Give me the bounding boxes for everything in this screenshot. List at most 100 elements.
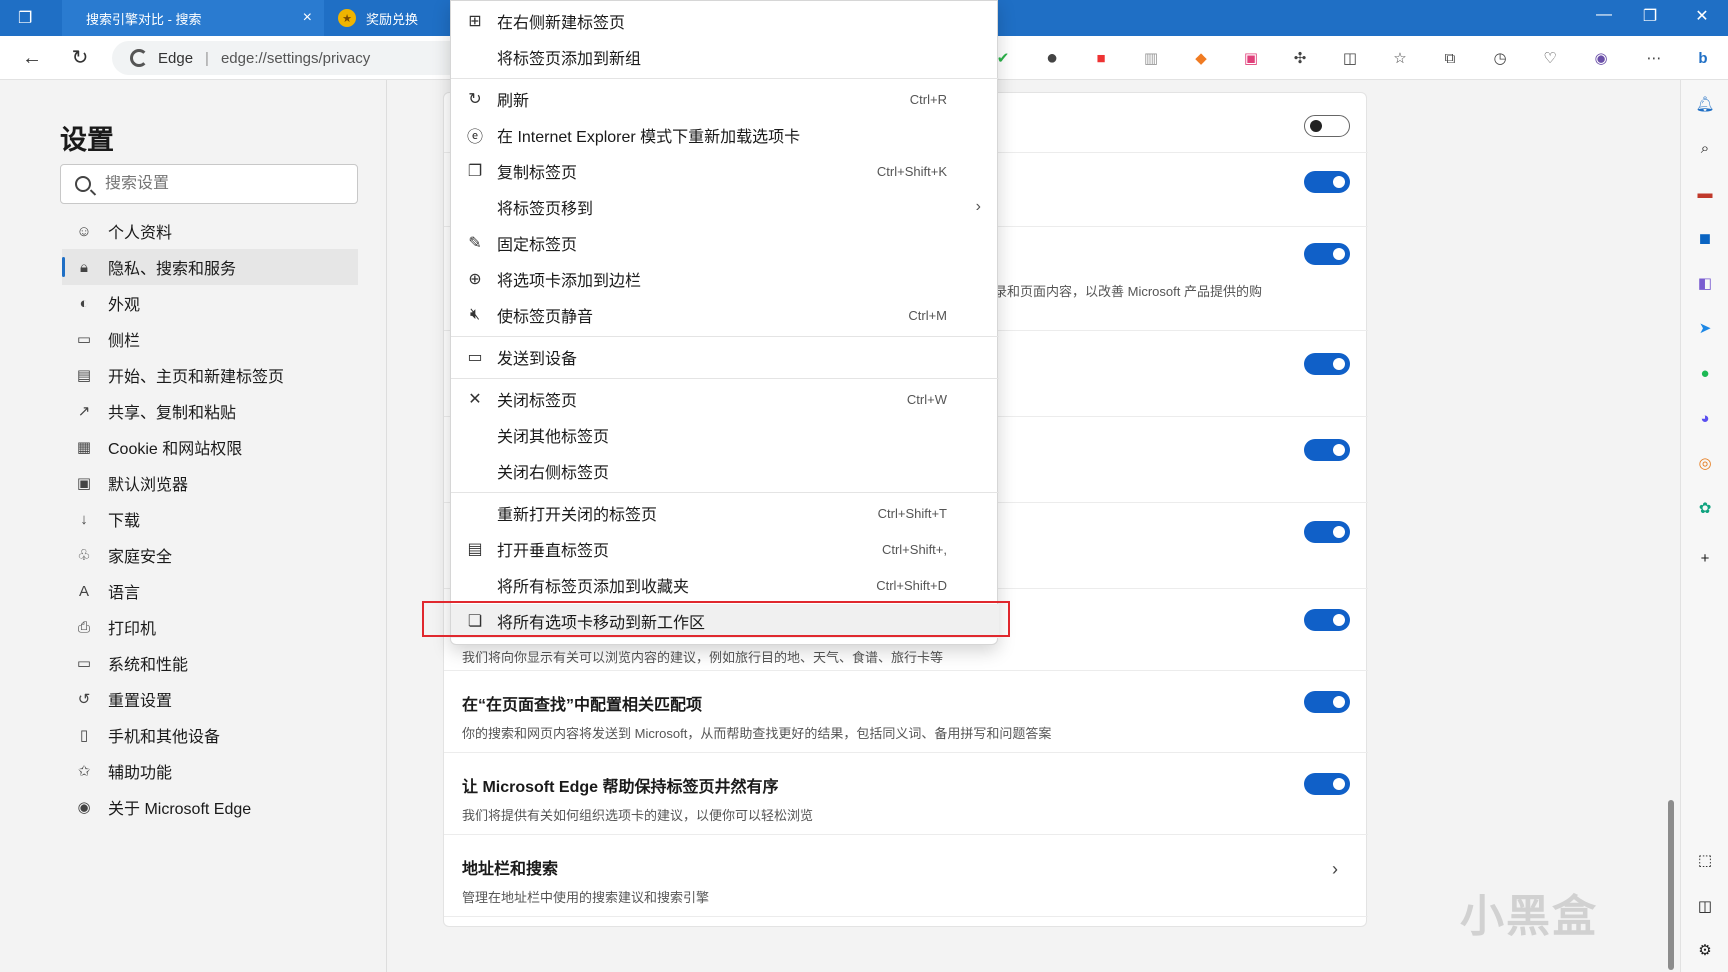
sidebar-item-1[interactable]: 🔒︎ 隐私、搜索和服务 [62, 249, 358, 285]
pin-icon: ✎ [468, 235, 482, 252]
menu-item[interactable]: 将标签页移到 › [451, 190, 999, 224]
add-icon[interactable]: + [1695, 548, 1715, 568]
back-icon[interactable]: ← [18, 44, 46, 72]
more-icon[interactable]: ⋯ [1643, 47, 1665, 69]
setting-toggle[interactable] [1304, 171, 1350, 193]
tab-close-icon[interactable]: × [303, 9, 312, 27]
extensions-icon[interactable]: ✣ [1289, 47, 1311, 69]
search-input[interactable] [105, 175, 325, 193]
sidebar-item-4[interactable]: ▤ 开始、主页和新建标签页 [62, 357, 358, 393]
menu-item[interactable]: ✎ 固定标签页 [451, 226, 999, 260]
sidebar-item-5[interactable]: ↗ 共享、复制和粘贴 [62, 393, 358, 429]
sidebar-item-16[interactable]: ◉ 关于 Microsoft Edge [62, 789, 358, 825]
spotify-icon[interactable]: ● [1695, 363, 1715, 383]
chevron-right-icon[interactable]: › [1332, 859, 1338, 880]
sidebar-item-13[interactable]: ↺ 重置设置 [62, 681, 358, 717]
setting-toggle[interactable] [1304, 439, 1350, 461]
sidebar-item-11[interactable]: ⎙ 打印机 [62, 609, 358, 645]
address-bar[interactable]: Edge | edge://settings/privacy [112, 41, 472, 75]
gear-icon[interactable]: ⚙ [1695, 940, 1715, 960]
sidebar-item-10[interactable]: A 语言 [62, 573, 358, 609]
system-icon: ▭ [76, 655, 92, 672]
sidebar-item-9[interactable]: ♧ 家庭安全 [62, 537, 358, 573]
copilot-icon[interactable]: b [1692, 47, 1714, 69]
menu-item[interactable]: 将所有标签页添加到收藏夹 Ctrl+Shift+D [451, 568, 999, 602]
menu-item-label: 将标签页添加到新组 [497, 51, 642, 68]
performance-icon[interactable]: ♡ [1539, 47, 1561, 69]
sidebar-item-label: 打印机 [108, 621, 157, 638]
setting-toggle[interactable] [1304, 691, 1350, 713]
setting-toggle[interactable] [1304, 521, 1350, 543]
sidebar-toggle-icon[interactable]: ◫ [1695, 896, 1715, 916]
search-icon[interactable]: ⌕ [1695, 138, 1715, 158]
toolbox-icon[interactable]: ▬ [1695, 183, 1715, 203]
screenshot-icon[interactable]: ⬚ [1695, 850, 1715, 870]
lock-icon: 🔒︎ [80, 258, 88, 276]
settings-search[interactable] [60, 164, 358, 204]
translate-icon[interactable]: ▣ [1240, 47, 1262, 69]
watermark: 小黑盒 [1460, 892, 1598, 941]
sidebar-item-label: 默认浏览器 [108, 477, 189, 494]
avatar[interactable]: ◉ [1590, 47, 1612, 69]
sidebar-item-3[interactable]: ▭ 侧栏 [62, 321, 358, 357]
setting-toggle[interactable] [1304, 115, 1350, 137]
restore-icon[interactable]: ❐ [1638, 6, 1662, 26]
designer-icon[interactable]: ◧ [1695, 273, 1715, 293]
menu-item[interactable]: 重新打开关闭的标签页 Ctrl+Shift+T [451, 496, 999, 530]
sidebar-item-14[interactable]: ▯ 手机和其他设备 [62, 717, 358, 753]
sidebar-item-0[interactable]: ☺ 个人资料 [62, 213, 358, 249]
tab-search-compare[interactable]: 搜索引擎对比 - 搜索 × [62, 0, 324, 36]
sidebar-item-label: 重置设置 [108, 693, 173, 710]
menu-item[interactable]: ✕ 关闭标签页 Ctrl+W [451, 382, 999, 416]
sidebar-item-8[interactable]: ↓ 下载 [62, 501, 358, 537]
setting-toggle[interactable] [1304, 773, 1350, 795]
scrollbar[interactable] [1668, 800, 1674, 970]
messenger-icon[interactable]: ◕ [1695, 408, 1715, 428]
favorites-icon[interactable]: ☆ [1389, 47, 1411, 69]
close-icon: ✕ [468, 391, 482, 408]
split-screen-icon[interactable]: ◫ [1339, 47, 1361, 69]
chrome-icon[interactable]: ◎ [1695, 453, 1715, 473]
workspaces-icon[interactable]: ❐ [18, 8, 40, 28]
send-device-icon: ▭ [467, 349, 483, 366]
minimize-icon[interactable]: — [1592, 6, 1616, 24]
vertical-tabs-icon: ▤ [467, 541, 483, 558]
setting-toggle[interactable] [1304, 353, 1350, 375]
extension-red-icon[interactable]: ■ [1090, 47, 1112, 69]
setting-toggle[interactable] [1304, 609, 1350, 631]
history-icon[interactable]: ◷ [1489, 47, 1511, 69]
menu-item[interactable]: ▭ 发送到设备 [451, 340, 999, 374]
menu-item[interactable]: ↻ 刷新 Ctrl+R [451, 82, 999, 116]
address-url[interactable]: edge://settings/privacy [221, 50, 370, 67]
menu-item[interactable]: ⊞ 在右侧新建标签页 [451, 4, 999, 38]
extension-orange-icon[interactable]: ◆ [1190, 47, 1212, 69]
menu-item[interactable]: ❐ 复制标签页 Ctrl+Shift+K [451, 154, 999, 188]
sidebar-item-label: 下载 [108, 513, 141, 530]
outlook-icon[interactable]: ◼ [1695, 228, 1715, 248]
sidebar-item-6[interactable]: ▦ Cookie 和网站权限 [62, 429, 358, 465]
sidebar-item-2[interactable]: ◐ 外观 [62, 285, 358, 321]
menu-item[interactable]: ▤ 打开垂直标签页 Ctrl+Shift+, [451, 532, 999, 566]
close-window-icon[interactable]: ✕ [1690, 6, 1714, 26]
menu-item[interactable]: ⓔ 在 Internet Explorer 模式下重新加载选项卡 [451, 118, 999, 152]
menu-item[interactable]: 将标签页添加到新组 [451, 40, 999, 74]
menu-shortcut: Ctrl+Shift+, [881, 541, 947, 557]
menu-item[interactable]: 关闭其他标签页 [451, 418, 999, 452]
tab-rewards[interactable]: ★ 奖励兑换 [334, 0, 454, 36]
circle-icon[interactable]: ● [1041, 47, 1063, 69]
refresh-icon[interactable]: ↻ [66, 44, 94, 72]
sidebar-item-15[interactable]: ✩ 辅助功能 [62, 753, 358, 789]
reader-icon[interactable]: ▥ [1140, 47, 1162, 69]
tab-context-menu: ⊞ 在右侧新建标签页将标签页添加到新组 ↻ 刷新 Ctrl+R ⓔ 在 Internet E… [450, 0, 999, 645]
collections-icon[interactable]: ⧉ [1439, 47, 1461, 69]
chatgpt-icon[interactable]: ✿ [1695, 498, 1715, 518]
send-icon[interactable]: ➤ [1695, 318, 1715, 338]
menu-item[interactable]: 🔇︎ 使标签页静音 Ctrl+M [451, 298, 999, 332]
menu-item[interactable]: 关闭右侧标签页 [451, 454, 999, 488]
setting-toggle[interactable] [1304, 243, 1350, 265]
sidebar-item-12[interactable]: ▭ 系统和性能 [62, 645, 358, 681]
menu-shortcut: Ctrl+Shift+T [877, 505, 947, 521]
sidebar-item-7[interactable]: ▣ 默认浏览器 [62, 465, 358, 501]
bell-icon[interactable]: 🔔︎ [1695, 94, 1715, 114]
menu-item[interactable]: ⊕ 将选项卡添加到边栏 [451, 262, 999, 296]
